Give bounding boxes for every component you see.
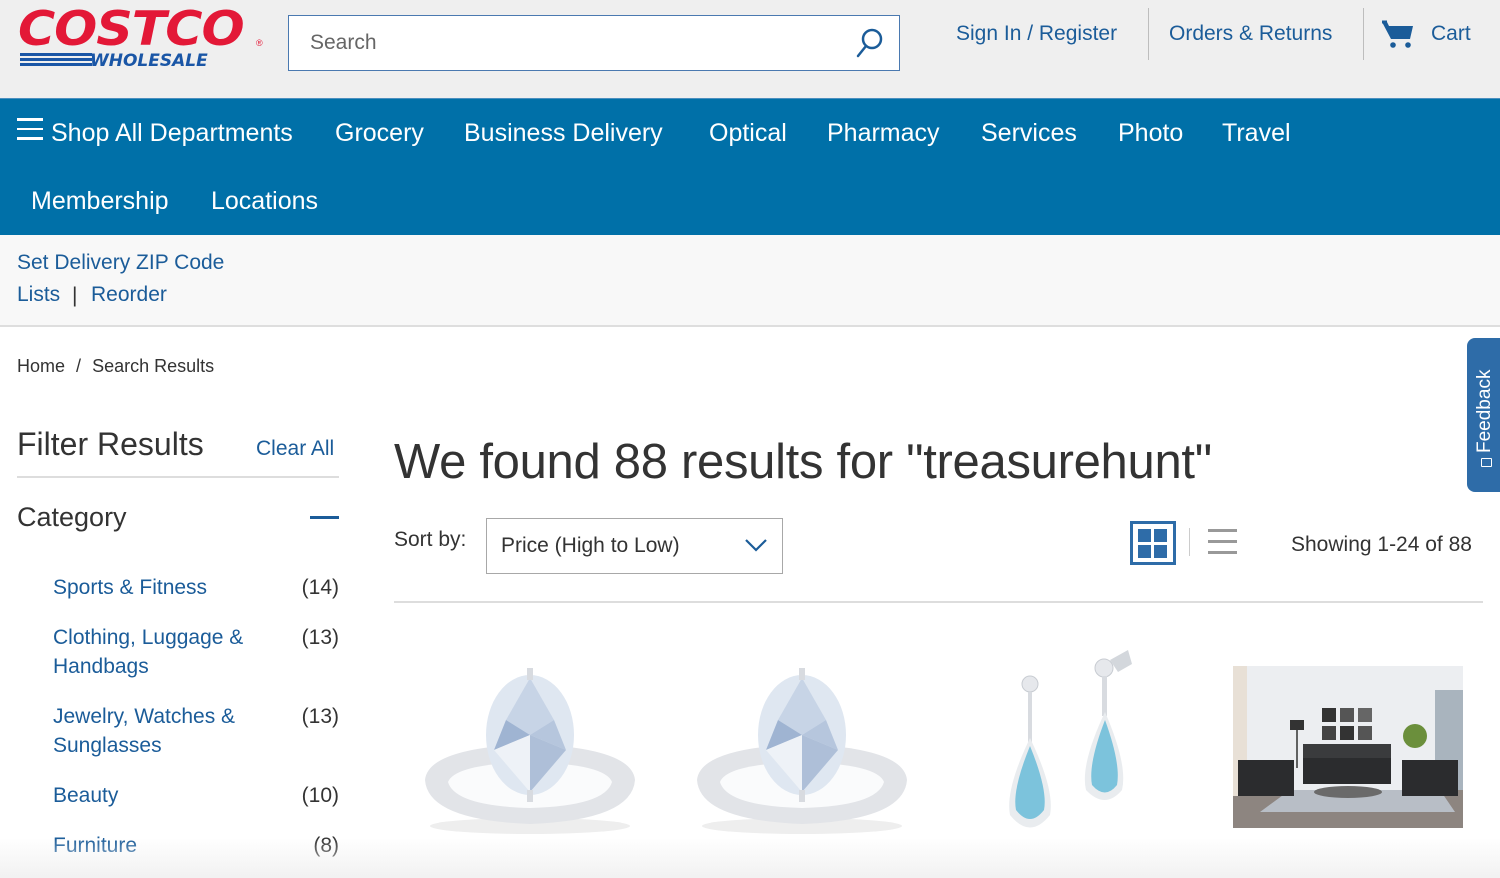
filter-results-title: Filter Results [17, 426, 204, 462]
view-toggle-divider [1189, 528, 1190, 556]
breadcrumb-home[interactable]: Home [17, 356, 65, 376]
logo-costco-text: COSTCO [18, 2, 245, 57]
product-card-ring-1[interactable] [410, 640, 660, 840]
logo-wholesale-text: WHOLESALE [90, 51, 208, 71]
category-item-beauty[interactable]: Beauty (10) [53, 781, 339, 810]
nav-grocery[interactable]: Grocery [335, 119, 424, 148]
logo-registered-mark: ® [256, 38, 263, 48]
sort-select[interactable]: Price (High to Low) [486, 518, 783, 574]
product-image-diamond-ring[interactable] [410, 640, 660, 840]
hamburger-menu-icon[interactable] [17, 118, 43, 142]
showing-count: Showing 1-24 of 88 [1291, 533, 1472, 556]
category-count: (13) [301, 705, 339, 728]
breadcrumb-current: Search Results [92, 356, 215, 376]
grid-view-button[interactable] [1130, 521, 1176, 565]
category-count: (8) [313, 834, 339, 857]
product-card-leather-sofa-set[interactable] [1230, 640, 1480, 840]
nav-travel[interactable]: Travel [1222, 119, 1291, 148]
nav-optical[interactable]: Optical [709, 119, 787, 148]
nav-photo[interactable]: Photo [1118, 119, 1183, 148]
set-delivery-zip-link[interactable]: Set Delivery ZIP Code [17, 251, 224, 275]
results-divider [394, 601, 1483, 603]
filter-divider [17, 476, 339, 478]
cart-link[interactable]: Cart [1431, 22, 1471, 46]
product-image-diamond-ring[interactable] [682, 640, 932, 840]
nav-locations[interactable]: Locations [211, 187, 318, 216]
lists-link[interactable]: Lists [17, 283, 60, 307]
category-label: Sports & Fitness [53, 576, 208, 599]
search-button[interactable] [853, 26, 887, 60]
category-collapse-minus-icon[interactable] [310, 508, 339, 526]
list-view-icon [1208, 529, 1237, 554]
link-separator: | [72, 284, 78, 307]
product-image-aquamarine-earrings[interactable] [960, 640, 1210, 840]
search-icon [856, 28, 883, 58]
nav-services[interactable]: Services [981, 119, 1077, 148]
utility-bar: Set Delivery ZIP Code Lists | Reorder [0, 235, 1500, 327]
orders-returns-link[interactable]: Orders & Returns [1169, 22, 1332, 46]
header-divider [1363, 8, 1364, 60]
category-count: (14) [301, 576, 339, 599]
logo-stripes [20, 53, 92, 69]
category-label: Furniture [53, 834, 138, 857]
feedback-label: Feedback [1474, 369, 1495, 453]
category-count: (13) [301, 626, 339, 649]
search-bar [288, 15, 900, 71]
costco-logo[interactable]: COSTCO ® WHOLESALE [18, 2, 263, 72]
product-card-ring-2[interactable] [682, 640, 932, 840]
category-heading: Category [17, 502, 127, 532]
category-label: Jewelry, Watches & Sunglasses [53, 705, 236, 757]
results-heading: We found 88 results for "treasurehunt" [394, 435, 1212, 489]
search-input[interactable] [289, 16, 829, 69]
list-view-button[interactable] [1208, 529, 1237, 555]
sign-in-register-link[interactable]: Sign In / Register [956, 22, 1117, 46]
sort-by-label: Sort by: [394, 528, 467, 551]
nav-business-delivery[interactable]: Business Delivery [464, 119, 663, 148]
category-count: (10) [301, 784, 339, 807]
feedback-icon [1481, 458, 1492, 467]
nav-pharmacy[interactable]: Pharmacy [827, 119, 940, 148]
category-item-clothing-luggage-handbags[interactable]: Clothing, Luggage & Handbags (13) [53, 623, 339, 681]
main-navigation: Shop All Departments Grocery Business De… [0, 98, 1500, 235]
top-header: COSTCO ® WHOLESALE Sign In / Register Or… [0, 0, 1500, 98]
product-card-earrings[interactable] [960, 640, 1210, 840]
chevron-down-icon [745, 539, 767, 552]
category-label: Clothing, Luggage & Handbags [53, 626, 244, 678]
category-label: Beauty [53, 784, 119, 807]
reorder-link[interactable]: Reorder [91, 283, 167, 307]
product-image-living-room-set[interactable] [1230, 640, 1480, 840]
category-item-furniture[interactable]: Furniture (8) [53, 831, 339, 860]
feedback-tab[interactable]: Feedback [1467, 338, 1500, 492]
breadcrumb: Home / Search Results [17, 356, 220, 377]
clear-all-link[interactable]: Clear All [256, 437, 334, 461]
nav-shop-all-departments[interactable]: Shop All Departments [51, 119, 293, 148]
nav-membership[interactable]: Membership [31, 187, 169, 216]
category-item-jewelry-watches-sunglasses[interactable]: Jewelry, Watches & Sunglasses (13) [53, 702, 339, 760]
breadcrumb-separator: / [76, 356, 82, 376]
sort-selected-value: Price (High to Low) [501, 534, 680, 557]
header-divider [1148, 8, 1149, 60]
cart-icon[interactable] [1381, 20, 1415, 50]
category-item-sports-fitness[interactable]: Sports & Fitness (14) [53, 573, 339, 602]
